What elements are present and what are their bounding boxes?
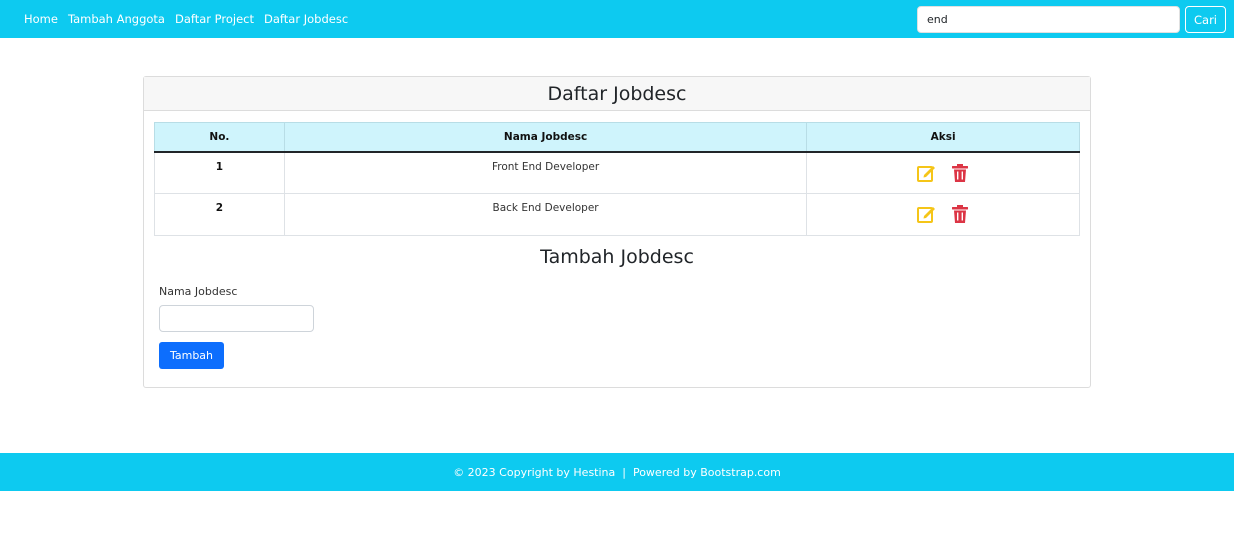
nav-link-tambah-anggota[interactable]: Tambah Anggota [68, 12, 165, 26]
trash-icon[interactable] [950, 163, 970, 183]
form-title: Tambah Jobdesc [540, 246, 694, 268]
jobdesc-name-input[interactable] [159, 305, 314, 332]
column-header-no: No. [154, 122, 285, 153]
column-header-aksi: Aksi [806, 122, 1080, 153]
row-number: 1 [154, 151, 285, 194]
edit-icon[interactable] [916, 163, 936, 183]
tambah-button[interactable]: Tambah [159, 342, 224, 369]
jobdesc-table: No. Nama Jobdesc Aksi 1 Front End Develo… [154, 122, 1080, 236]
jobdesc-name: Front End Developer [283, 151, 808, 194]
card-title: Daftar Jobdesc [144, 77, 1090, 111]
footer: © 2023 Copyright by Hestina | Powered by… [0, 453, 1234, 491]
row-actions [806, 151, 1080, 194]
search-button[interactable]: Cari [1185, 6, 1226, 33]
table-row: 1 Front End Developer [154, 151, 1080, 194]
trash-icon[interactable] [950, 204, 970, 224]
column-header-nama-jobdesc: Nama Jobdesc [283, 122, 808, 153]
jobdesc-card: Daftar Jobdesc No. Nama Jobdesc Aksi 1 F… [143, 76, 1091, 388]
jobdesc-name-label: Nama Jobdesc [159, 285, 238, 298]
table-row: 2 Back End Developer [154, 193, 1080, 236]
footer-text: © 2023 Copyright by Hestina | Powered by… [453, 465, 781, 479]
table-header-row: No. Nama Jobdesc Aksi [154, 122, 1080, 153]
nav-link-daftar-jobdesc[interactable]: Daftar Jobdesc [264, 12, 348, 26]
row-number: 2 [154, 193, 285, 236]
row-actions [806, 193, 1080, 236]
jobdesc-name: Back End Developer [283, 193, 808, 236]
edit-icon[interactable] [916, 204, 936, 224]
nav-link-daftar-project[interactable]: Daftar Project [175, 12, 254, 26]
nav-link-home[interactable]: Home [24, 12, 58, 26]
search-input[interactable] [917, 6, 1180, 33]
